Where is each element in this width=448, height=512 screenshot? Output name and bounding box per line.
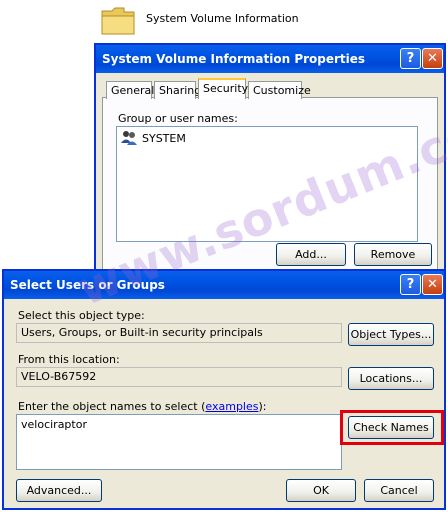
- group-or-user-names-label: Group or user names:: [118, 112, 238, 125]
- object-type-label: Select this object type:: [18, 309, 145, 322]
- location-label: From this location:: [18, 353, 120, 366]
- close-button[interactable]: ✕: [422, 274, 443, 295]
- location-field: VELO-B67592: [16, 367, 342, 387]
- add-button[interactable]: Add...: [276, 243, 346, 266]
- close-icon: ✕: [427, 51, 438, 66]
- folder-item[interactable]: System Volume Information: [100, 2, 300, 38]
- user-list: SYSTEM: [116, 126, 418, 242]
- object-names-input[interactable]: velociraptor: [16, 414, 342, 470]
- properties-dialog: System Volume Information Properties ? ✕…: [94, 43, 446, 277]
- object-names-label-suffix: ):: [258, 400, 267, 413]
- user-name: SYSTEM: [142, 132, 186, 145]
- tab-sharing[interactable]: Sharing: [154, 81, 201, 99]
- object-names-label: Enter the object names to select (exampl…: [18, 400, 266, 413]
- cancel-button[interactable]: Cancel: [364, 479, 434, 502]
- help-button[interactable]: ?: [400, 48, 421, 69]
- select-users-titlebar[interactable]: Select Users or Groups ? ✕: [4, 271, 444, 299]
- properties-title: System Volume Information Properties: [102, 52, 366, 66]
- properties-titlebar[interactable]: System Volume Information Properties ? ✕: [96, 45, 444, 73]
- close-icon: ✕: [427, 277, 438, 292]
- folder-name: System Volume Information: [146, 12, 299, 25]
- tab-general[interactable]: General: [106, 81, 154, 99]
- tab-security[interactable]: Security: [198, 78, 248, 99]
- examples-link[interactable]: examples: [205, 400, 258, 413]
- help-button[interactable]: ?: [400, 274, 421, 295]
- select-users-title: Select Users or Groups: [10, 278, 165, 292]
- object-types-button[interactable]: Object Types...: [348, 323, 434, 346]
- select-users-dialog: Select Users or Groups ? ✕ Select this o…: [2, 269, 446, 510]
- object-type-field: Users, Groups, or Built-in security prin…: [16, 323, 342, 343]
- remove-button[interactable]: Remove: [354, 243, 432, 266]
- close-button[interactable]: ✕: [422, 48, 443, 69]
- folder-icon: [101, 7, 135, 35]
- check-names-button[interactable]: Check Names: [348, 416, 434, 439]
- object-names-label-prefix: Enter the object names to select (: [18, 400, 206, 413]
- users-icon: [121, 131, 137, 145]
- ok-button[interactable]: OK: [286, 479, 356, 502]
- tab-customize[interactable]: Customize: [248, 81, 311, 99]
- advanced-button[interactable]: Advanced...: [16, 479, 102, 502]
- locations-button[interactable]: Locations...: [348, 367, 434, 390]
